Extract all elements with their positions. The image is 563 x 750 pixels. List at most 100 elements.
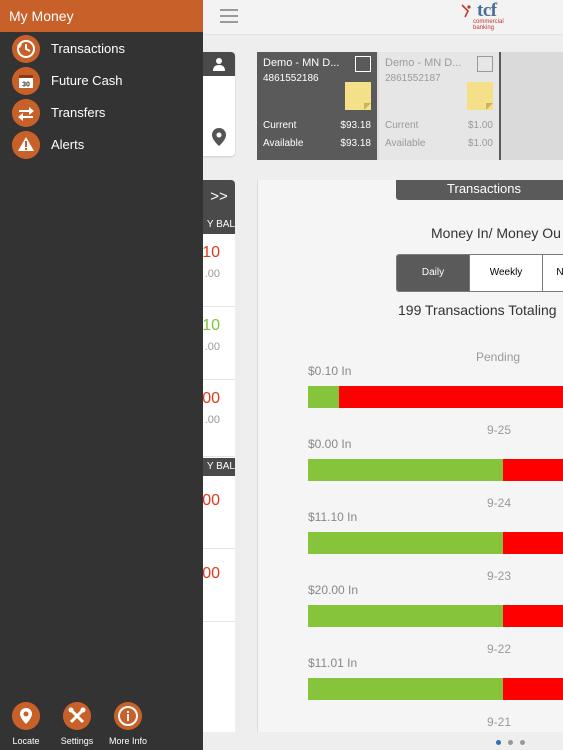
filter-icon[interactable] bbox=[477, 56, 493, 72]
period-label: 9-21 bbox=[487, 715, 512, 729]
profile-card bbox=[203, 52, 235, 156]
money-in-out-bar[interactable] bbox=[308, 605, 563, 627]
money-in-label: $0.00 In bbox=[308, 437, 352, 451]
menu-item-label: Transactions bbox=[51, 41, 125, 56]
money-in-fill bbox=[308, 459, 503, 481]
balance-row[interactable]: 10 .00 bbox=[202, 234, 235, 307]
alert-icon bbox=[12, 131, 40, 159]
period-label: 9-24 bbox=[487, 496, 512, 510]
side-drawer: My Money Transactions 30 Future Cash Tra… bbox=[0, 0, 203, 750]
page-dot[interactable] bbox=[496, 740, 501, 745]
balance-sub: .00 bbox=[204, 414, 220, 426]
money-in-out-bar[interactable] bbox=[308, 532, 563, 554]
logo-mark-icon bbox=[461, 4, 471, 18]
drawer-title: My Money bbox=[0, 0, 203, 32]
balance-header: Y BAL bbox=[203, 216, 235, 234]
money-in-out-bar[interactable] bbox=[308, 678, 563, 700]
available-value: $1.00 bbox=[467, 138, 493, 149]
account-strip: Demo - MN D... 4861552186 Current $93.18… bbox=[257, 52, 563, 160]
segment-daily[interactable]: Daily bbox=[397, 255, 470, 291]
info-icon bbox=[114, 702, 142, 730]
logo-subtitle: commercial banking bbox=[473, 19, 504, 31]
menu-item-future-cash[interactable]: 30 Future Cash bbox=[0, 65, 203, 97]
tools-icon bbox=[63, 702, 91, 730]
balance-row[interactable]: 00 bbox=[202, 476, 235, 549]
menu-item-transactions[interactable]: Transactions bbox=[0, 33, 203, 65]
menu-item-label: Transfers bbox=[51, 105, 106, 120]
money-in-fill bbox=[308, 605, 503, 627]
page-dot[interactable] bbox=[508, 740, 513, 745]
balance-sub: .00 bbox=[204, 341, 220, 353]
balance-sub: .00 bbox=[204, 268, 220, 280]
balance-row[interactable]: 00 .00 bbox=[202, 380, 235, 457]
balance-row[interactable]: 10 .00 bbox=[202, 307, 235, 380]
segment-weekly[interactable]: Weekly bbox=[470, 255, 543, 291]
period-label: 9-22 bbox=[487, 642, 512, 656]
money-in-out-bar[interactable] bbox=[308, 459, 563, 481]
menu-item-label: Future Cash bbox=[51, 73, 123, 88]
location-pin-icon[interactable] bbox=[212, 128, 226, 146]
transactions-total: 199 Transactions Totaling bbox=[398, 302, 557, 318]
expand-button[interactable]: >> bbox=[203, 180, 235, 216]
current-value: $93.18 bbox=[340, 120, 371, 131]
location-pin-icon bbox=[12, 702, 40, 730]
money-in-out-bar[interactable] bbox=[308, 386, 563, 408]
user-button[interactable] bbox=[203, 52, 235, 76]
balance-header: Y BAL bbox=[203, 458, 235, 476]
settings-button[interactable]: Settings bbox=[55, 702, 99, 748]
period-segmented-control: Daily Weekly N bbox=[396, 254, 563, 292]
account-name: Demo - MN D... bbox=[263, 57, 340, 69]
balance-amount: 00 bbox=[202, 390, 220, 407]
money-in-fill bbox=[308, 678, 503, 700]
money-in-label: $11.01 In bbox=[308, 656, 358, 670]
current-label: Current bbox=[385, 120, 419, 131]
available-label: Available bbox=[263, 138, 304, 149]
available-value: $93.18 bbox=[340, 138, 371, 149]
money-in-fill bbox=[308, 386, 340, 408]
transfer-arrows-icon bbox=[12, 99, 40, 127]
account-number: 4861552186 bbox=[263, 73, 319, 84]
note-icon[interactable] bbox=[467, 82, 493, 110]
top-bar: tcf commercial banking bbox=[203, 0, 563, 35]
menu-item-label: Alerts bbox=[51, 137, 85, 152]
left-column: >> Y BAL 10 .00 10 .00 00 .00 Y BAL 00 0… bbox=[202, 52, 235, 732]
period-label: 9-23 bbox=[487, 569, 512, 583]
tcf-logo: tcf commercial banking bbox=[461, 0, 521, 32]
money-in-out-heading: Money In/ Money Ou bbox=[431, 225, 561, 241]
transactions-panel: Transactions Money In/ Money Ou Daily We… bbox=[257, 180, 563, 732]
money-in-fill bbox=[308, 532, 503, 554]
page-dot[interactable] bbox=[520, 740, 525, 745]
app-root: tcf commercial banking >> Y BAL 10 .00 1… bbox=[0, 0, 563, 750]
account-card-selected[interactable]: Demo - MN D... 4861552186 Current $93.18… bbox=[257, 52, 377, 160]
page-indicator bbox=[496, 740, 536, 746]
filter-icon[interactable] bbox=[355, 56, 371, 72]
current-value: $1.00 bbox=[467, 120, 493, 131]
balance-amount: 10 bbox=[202, 317, 220, 334]
money-in-label: $20.00 In bbox=[308, 583, 359, 597]
note-icon[interactable] bbox=[345, 82, 371, 110]
account-name: Demo - MN D... bbox=[385, 57, 462, 69]
current-label: Current bbox=[263, 120, 297, 131]
available-label: Available bbox=[385, 138, 426, 149]
menu-icon[interactable] bbox=[220, 9, 238, 23]
more-info-label: More Info bbox=[108, 736, 148, 746]
locate-button[interactable]: Locate bbox=[4, 702, 48, 748]
period-label: Pending bbox=[476, 350, 521, 364]
balance-list: Y BAL 10 .00 10 .00 00 .00 Y BAL 00 00 bbox=[202, 216, 235, 732]
money-in-label: $0.10 In bbox=[308, 364, 352, 378]
period-label: 9-25 bbox=[487, 423, 512, 437]
balance-row[interactable]: 00 bbox=[202, 549, 235, 622]
more-info-button[interactable]: More Info bbox=[106, 702, 150, 748]
calendar-icon: 30 bbox=[12, 67, 40, 95]
menu-item-transfers[interactable]: Transfers bbox=[0, 97, 203, 129]
money-in-label: $11.10 In bbox=[308, 510, 358, 524]
user-icon bbox=[213, 58, 225, 71]
menu-item-alerts[interactable]: Alerts bbox=[0, 129, 203, 161]
balance-amount: 10 bbox=[202, 244, 220, 261]
clock-history-icon bbox=[12, 35, 40, 63]
account-card[interactable]: Demo - MN D... 2861552187 Current $1.00 … bbox=[379, 52, 501, 160]
balance-amount: 00 bbox=[202, 492, 220, 509]
transactions-tab[interactable]: Transactions bbox=[396, 180, 563, 200]
segment-monthly[interactable]: N bbox=[543, 255, 563, 291]
svg-text:30: 30 bbox=[22, 82, 30, 89]
